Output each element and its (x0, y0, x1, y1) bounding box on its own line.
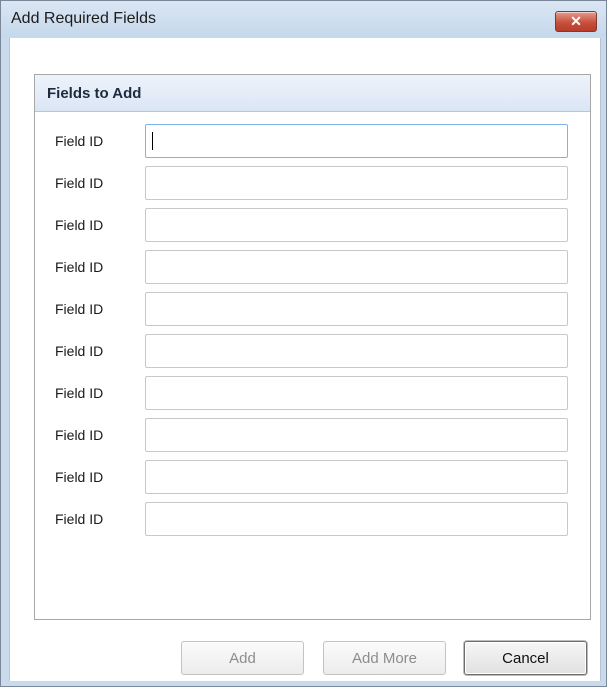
field-id-input[interactable] (145, 124, 568, 158)
field-id-input[interactable] (145, 502, 568, 536)
field-row: Field ID (35, 334, 590, 368)
field-label: Field ID (55, 301, 104, 317)
field-id-input[interactable] (145, 334, 568, 368)
field-id-input[interactable] (145, 208, 568, 242)
field-label: Field ID (55, 217, 104, 233)
field-id-input[interactable] (145, 460, 568, 494)
field-row: Field ID (35, 418, 590, 452)
text-caret (152, 132, 153, 150)
field-row: Field ID (35, 376, 590, 410)
close-icon: ✕ (570, 13, 582, 29)
field-label: Field ID (55, 175, 104, 191)
window-title: Add Required Fields (11, 10, 156, 27)
dialog-window: Add Required Fields ✕ Fields to Add Fiel… (0, 0, 607, 687)
cancel-button[interactable]: Cancel (464, 641, 587, 675)
field-row: Field ID (35, 124, 590, 158)
field-row: Field ID (35, 166, 590, 200)
field-label: Field ID (55, 427, 104, 443)
field-label: Field ID (55, 259, 104, 275)
panel-header: Fields to Add (35, 75, 590, 112)
field-label: Field ID (55, 343, 104, 359)
field-label: Field ID (55, 511, 104, 527)
field-row: Field ID (35, 208, 590, 242)
field-row: Field ID (35, 250, 590, 284)
field-id-input[interactable] (145, 166, 568, 200)
dialog-body: Fields to Add Field ID Field ID Field ID… (9, 38, 601, 681)
field-row: Field ID (35, 292, 590, 326)
add-more-button[interactable]: Add More (323, 641, 446, 675)
title-bar[interactable]: Add Required Fields ✕ (1, 1, 606, 37)
field-id-input[interactable] (145, 292, 568, 326)
field-label: Field ID (55, 469, 104, 485)
field-label: Field ID (55, 133, 104, 149)
field-id-input[interactable] (145, 376, 568, 410)
add-button[interactable]: Add (181, 641, 304, 675)
close-button[interactable]: ✕ (555, 11, 597, 32)
fields-panel: Fields to Add Field ID Field ID Field ID… (34, 74, 591, 620)
field-id-input[interactable] (145, 250, 568, 284)
field-row: Field ID (35, 460, 590, 494)
field-label: Field ID (55, 385, 104, 401)
field-row: Field ID (35, 502, 590, 536)
field-id-input[interactable] (145, 418, 568, 452)
